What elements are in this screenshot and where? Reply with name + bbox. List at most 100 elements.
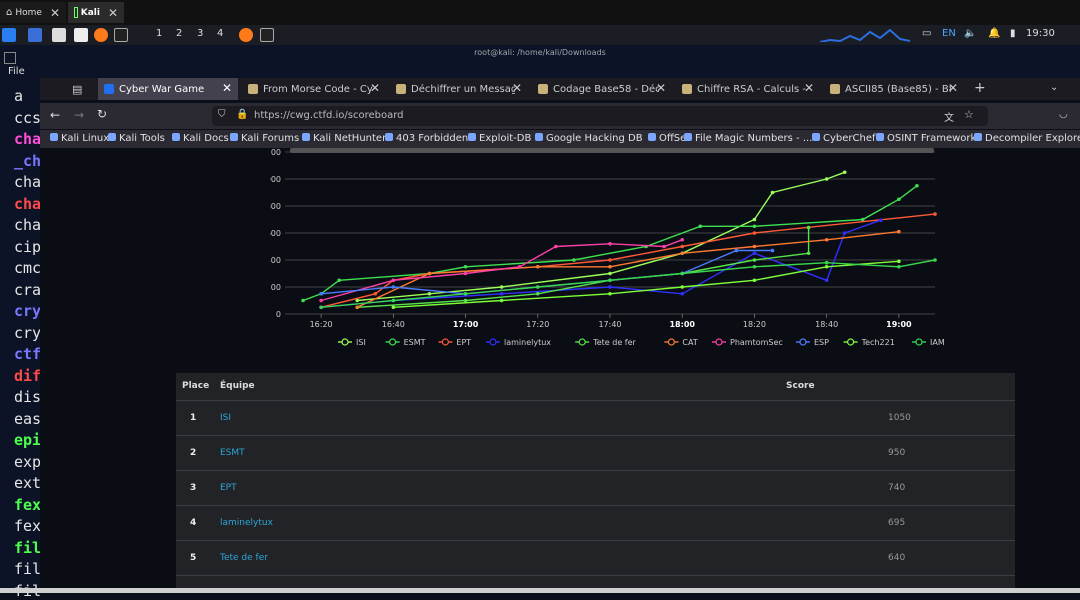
close-icon[interactable]: ✕ (948, 81, 958, 95)
row-score: 640 (888, 553, 906, 563)
bookmark-item[interactable]: CyberChef (812, 133, 876, 144)
notification-icon[interactable]: 🔔 (988, 28, 1000, 39)
x-tick-label: 19:00 (886, 320, 912, 329)
pocket-icon[interactable]: ◡ (1059, 109, 1068, 120)
bookmark-item[interactable]: OSINT Framework (876, 133, 976, 144)
header-place: Place (182, 381, 210, 391)
legend-label: CAT (682, 338, 697, 347)
favicon-icon (830, 84, 840, 94)
bookmark-item[interactable]: Kali Tools (108, 133, 165, 144)
legend-marker (667, 338, 675, 346)
row-score: 740 (888, 483, 906, 493)
new-tab-button[interactable]: + (974, 80, 986, 96)
battery-icon[interactable]: ▮ (1010, 28, 1016, 39)
bookmark-item[interactable]: Kali Docs (172, 133, 229, 144)
browser-tab[interactable]: Codage Base58 - Déchiffr✕ (532, 78, 672, 100)
data-point (752, 264, 757, 269)
terminal-line: fil (14, 560, 40, 578)
files-icon[interactable] (52, 28, 66, 42)
reload-icon[interactable]: ↻ (97, 107, 107, 121)
y-tick-label: 800 (270, 202, 281, 211)
lock-icon[interactable]: 🔒 (236, 109, 248, 120)
data-point (608, 291, 612, 296)
text-editor-icon[interactable] (74, 28, 88, 42)
terminal-icon[interactable] (114, 28, 128, 42)
bookmark-item[interactable]: Decompiler Explorer (974, 133, 1080, 144)
browser-tab[interactable]: Chiffre RSA - Calculs - Dé✕ (676, 78, 820, 100)
terminal-line: cha (14, 173, 40, 191)
bookmark-item[interactable]: Kali Linux (50, 133, 109, 144)
team-link[interactable]: ESMT (220, 436, 245, 471)
browser-tab[interactable]: Déchiffrer un Message Co✕ (390, 78, 528, 100)
host-tab-home[interactable]: ⌂ Home ✕ (0, 2, 66, 23)
close-icon[interactable]: ✕ (512, 81, 522, 95)
bookmark-label: File Magic Numbers - ... (695, 133, 813, 144)
url-bar[interactable]: ⛉ 🔒 https://cwg.ctfd.io/scoreboard 文 ☆ (212, 106, 988, 126)
workspace-4[interactable]: 4 (217, 28, 223, 39)
bookmark-item[interactable]: Kali NetHunter (302, 133, 386, 144)
x-tick-label: 16:40 (382, 320, 405, 329)
bookmark-item[interactable]: Kali Forums (230, 133, 299, 144)
browser-tab[interactable]: From Morse Code - Cyber✕ (242, 78, 386, 100)
bookmark-item[interactable]: Exploit-DB (468, 133, 531, 144)
team-link[interactable]: EPT (220, 471, 237, 506)
data-point (680, 244, 685, 249)
close-icon[interactable]: ✕ (108, 6, 118, 20)
url-text[interactable]: https://cwg.ctfd.io/scoreboard (254, 110, 404, 121)
close-icon[interactable]: ✕ (50, 6, 60, 20)
host-tab-kali[interactable]: Kali ✕ (68, 2, 124, 23)
firefox-icon[interactable] (94, 28, 108, 42)
legend-label: ESP (814, 338, 829, 347)
close-icon[interactable]: ✕ (370, 81, 380, 95)
bookmark-label: Kali Docs (183, 133, 229, 144)
menu-file[interactable]: File (8, 66, 25, 77)
data-point (734, 248, 739, 253)
browser-tab[interactable]: ASCII85 (Base85) - B85 D✕ (824, 78, 964, 100)
data-point (680, 237, 685, 242)
firefox-icon[interactable] (239, 28, 253, 42)
close-icon[interactable]: ✕ (656, 81, 666, 95)
close-icon[interactable]: ✕ (804, 81, 814, 95)
shield-icon[interactable]: ⛉ (218, 109, 226, 120)
bookmark-icon (535, 133, 543, 141)
tab-overview-icon[interactable]: ▤ (72, 83, 82, 96)
row-place: 4 (190, 518, 197, 528)
bookmark-icon (385, 133, 393, 141)
workspace-3[interactable]: 3 (197, 28, 203, 39)
table-row: 1 ISI 1050 (176, 400, 1015, 436)
translate-icon[interactable]: 文 (944, 109, 954, 124)
workspace-2[interactable]: 2 (176, 28, 182, 39)
team-link[interactable]: Tete de fer (220, 541, 268, 576)
data-point (608, 285, 612, 289)
monitor-icon[interactable]: ▭ (922, 28, 931, 39)
volume-icon[interactable]: 🔈 (964, 28, 976, 39)
row-place: 3 (190, 483, 197, 493)
bookmark-icon (108, 133, 116, 141)
terminal-icon[interactable] (260, 28, 274, 42)
terminal-line: epi (14, 431, 40, 449)
data-point (752, 231, 757, 235)
kali-menu-icon[interactable] (2, 28, 16, 42)
bookmark-item[interactable]: File Magic Numbers - ... (684, 133, 812, 144)
team-link[interactable]: laminelytux (220, 506, 273, 541)
workspace-1[interactable]: 1 (156, 28, 162, 39)
bookmark-item[interactable]: Google Hacking DB (535, 133, 643, 144)
data-point (698, 224, 703, 229)
team-link[interactable]: ISI (220, 401, 231, 436)
bookmark-item[interactable]: 403 Forbidden (385, 133, 468, 144)
data-point (499, 291, 504, 296)
legend-label: EPT (456, 338, 471, 347)
bookmark-icon (50, 133, 58, 141)
language-indicator[interactable]: EN (942, 28, 956, 39)
desktop-icon[interactable] (28, 28, 42, 42)
tab-list-chevron-icon[interactable]: ⌄ (1050, 82, 1058, 93)
terminal-line: ctf (14, 345, 40, 363)
data-point (824, 278, 829, 283)
forward-icon[interactable]: → (74, 108, 84, 122)
browser-tab[interactable]: Cyber War Game ✕ (98, 78, 238, 100)
back-icon[interactable]: ← (50, 108, 60, 122)
bookmark-star-icon[interactable]: ☆ (964, 108, 974, 121)
close-icon[interactable]: ✕ (222, 81, 232, 95)
terminal-line: dif (14, 366, 40, 385)
favicon-icon (538, 84, 548, 94)
